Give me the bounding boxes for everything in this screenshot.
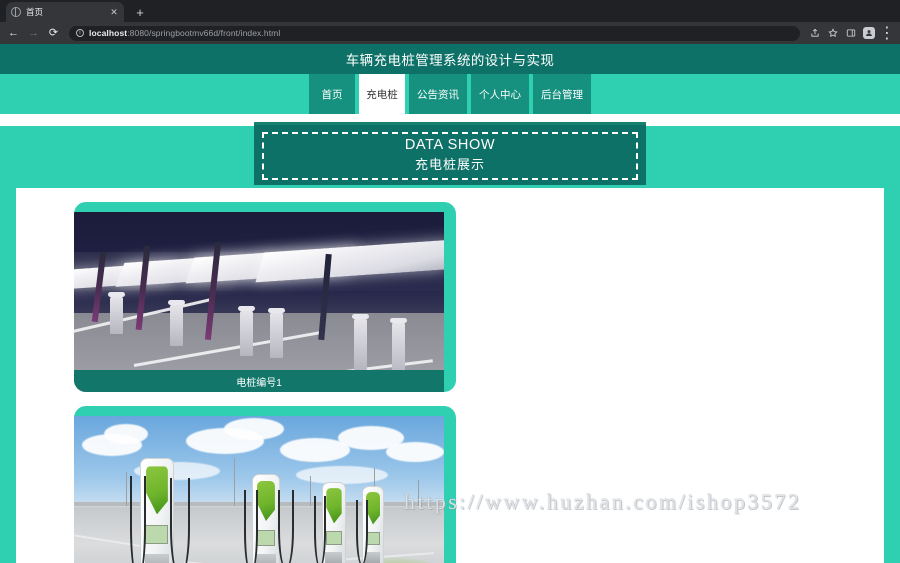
- tab-strip: 首页 ✕ +: [0, 0, 900, 22]
- browser-tab[interactable]: 首页 ✕: [6, 2, 124, 22]
- card-charging-pile-1[interactable]: 电桩编号1: [74, 202, 456, 392]
- browser-toolbar: ← → ⟳ i localhost:8080/springbootmv66d/f…: [0, 22, 900, 44]
- close-icon[interactable]: ✕: [109, 7, 119, 17]
- card-image-2: [74, 416, 444, 563]
- bookmark-star-icon[interactable]: [825, 25, 841, 41]
- menu-icon[interactable]: ⋮: [879, 25, 895, 42]
- forward-icon[interactable]: →: [25, 25, 42, 42]
- main-navigation: 首页 充电桩 公告资讯 个人中心 后台管理: [0, 74, 900, 114]
- nav-item-admin[interactable]: 后台管理: [533, 74, 591, 114]
- banner-title-en: DATA SHOW: [404, 137, 496, 153]
- card-caption-1: 电桩编号1: [74, 370, 444, 392]
- site-info-icon[interactable]: i: [76, 29, 84, 37]
- url-path: :8080/springbootmv66d/front/index.html: [127, 28, 281, 38]
- site-header: 车辆充电桩管理系统的设计与实现: [0, 44, 900, 74]
- avatar[interactable]: [861, 25, 877, 41]
- profile-icon: [863, 27, 875, 39]
- night-charging-station-photo: [74, 212, 444, 392]
- share-icon[interactable]: [807, 25, 823, 41]
- nav-item-user-center[interactable]: 个人中心: [471, 74, 529, 114]
- url-host: localhost: [89, 28, 128, 38]
- back-icon[interactable]: ←: [5, 25, 22, 42]
- card-charging-pile-2[interactable]: 电桩编号2: [74, 406, 456, 563]
- charging-pile-grid: 电桩编号1: [16, 188, 884, 563]
- nav-item-home[interactable]: 首页: [309, 74, 355, 114]
- toolbar-icons: ⋮: [807, 25, 895, 42]
- card-image-1: [74, 212, 444, 392]
- page-viewport: 车辆充电桩管理系统的设计与实现 首页 充电桩 公告资讯 个人中心 后台管理 DA…: [0, 44, 900, 563]
- nav-item-charging-pile[interactable]: 充电桩: [359, 74, 405, 114]
- tab-title: 首页: [26, 6, 44, 17]
- data-show-banner: DATA SHOW 充电桩展示: [254, 122, 646, 185]
- side-panel-icon[interactable]: [843, 25, 859, 41]
- globe-icon: [11, 7, 21, 17]
- banner-title-cn: 充电桩展示: [414, 157, 485, 172]
- content-area: 电桩编号1: [0, 188, 900, 563]
- banner-strip: DATA SHOW 充电桩展示: [0, 122, 900, 188]
- nav-item-announcements[interactable]: 公告资讯: [409, 74, 467, 114]
- address-bar[interactable]: i localhost:8080/springbootmv66d/front/i…: [69, 25, 800, 41]
- reload-icon[interactable]: ⟳: [45, 25, 62, 42]
- url-text: localhost:8080/springbootmv66d/front/ind…: [89, 28, 280, 38]
- right-accent-strip: [884, 188, 900, 563]
- browser-window: 首页 ✕ + ← → ⟳ i localhost:8080/springboot…: [0, 0, 900, 563]
- left-accent-strip: [0, 188, 16, 563]
- new-tab-button[interactable]: +: [133, 6, 147, 19]
- page-title: 车辆充电桩管理系统的设计与实现: [345, 53, 555, 68]
- daytime-parking-lot-photo: [74, 416, 444, 563]
